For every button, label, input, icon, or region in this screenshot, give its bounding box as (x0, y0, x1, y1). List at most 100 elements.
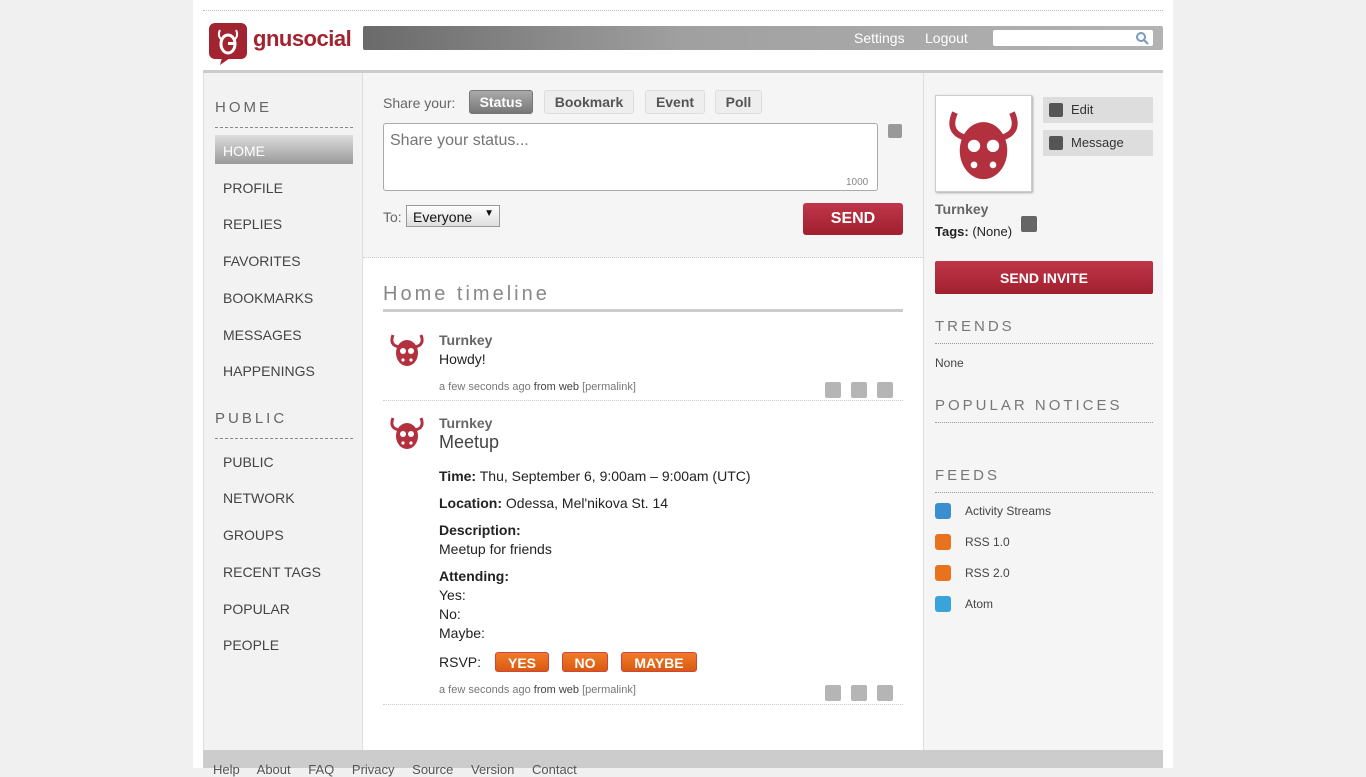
nav-popular[interactable]: POPULAR (215, 593, 353, 622)
delete-icon[interactable] (877, 382, 893, 398)
public-section-heading: PUBLIC (215, 410, 288, 427)
nav-favorites[interactable]: FAVORITES (215, 245, 353, 274)
rsvp-label: RSVP: (439, 654, 482, 670)
profile-name[interactable]: Turnkey (935, 201, 988, 217)
tab-bookmark[interactable]: Bookmark (544, 90, 634, 114)
message-icon (1049, 136, 1063, 150)
nav-happenings[interactable]: HAPPENINGS (215, 355, 353, 384)
notice-from-prefix: from (533, 684, 556, 696)
nav-public[interactable]: PUBLIC (215, 446, 353, 475)
footer-link-source[interactable]: Source (412, 762, 453, 777)
profile-tags-label: Tags: (935, 224, 969, 239)
popular-divider (935, 422, 1153, 423)
edit-tags-icon[interactable] (1021, 216, 1037, 232)
footer-link-contact[interactable]: Contact (532, 762, 577, 777)
top-divider (203, 10, 1163, 11)
search-icon[interactable] (1135, 31, 1149, 45)
timeline-title: Home timeline (383, 283, 550, 305)
recipient-select[interactable]: Everyone ▼ (406, 205, 500, 227)
edit-profile-button[interactable]: Edit (1043, 97, 1153, 123)
top-navigation-bar: Settings Logout (363, 26, 1163, 50)
notice-meta: a few seconds ago from web [permalink] (439, 381, 636, 393)
notice-text: Howdy! (439, 351, 486, 367)
event-title[interactable]: Meetup (439, 432, 499, 453)
notice-source[interactable]: web (559, 381, 579, 393)
notice-source[interactable]: web (559, 684, 579, 696)
share-label: Share your: (383, 95, 456, 111)
logo-text: gnusocial (253, 26, 352, 51)
nav-groups[interactable]: GROUPS (215, 519, 353, 548)
notice-permalink[interactable]: [permalink] (582, 381, 636, 393)
nav-bookmarks[interactable]: BOOKMARKS (215, 282, 353, 311)
avatar[interactable] (387, 329, 427, 369)
footer-link-privacy[interactable]: Privacy (352, 762, 395, 777)
status-textarea[interactable] (383, 123, 878, 191)
rsvp-maybe-button[interactable]: MAYBE (621, 652, 697, 672)
repeat-icon[interactable] (851, 685, 867, 701)
nav-home[interactable]: HOME (215, 135, 353, 164)
feed-rss-1[interactable]: RSS 1.0 (965, 535, 1010, 549)
notice-time[interactable]: a few seconds ago (439, 381, 531, 393)
feed-atom[interactable]: Atom (965, 597, 993, 611)
main-content: Share your: Status Bookmark Event Poll 1… (363, 73, 923, 753)
nav-profile[interactable]: PROFILE (215, 172, 353, 201)
notice-author[interactable]: Turnkey (439, 415, 492, 431)
nav-messages[interactable]: MESSAGES (215, 319, 353, 348)
recipient-select-value: Everyone (413, 209, 473, 225)
attending-yes: Yes: (439, 587, 466, 603)
footer-link-about[interactable]: About (257, 762, 291, 777)
tab-poll[interactable]: Poll (715, 90, 762, 114)
trends-divider (935, 343, 1153, 344)
send-button[interactable]: SEND (803, 203, 903, 235)
site-logo[interactable]: gnusocial (208, 22, 352, 66)
footer-link-version[interactable]: Version (471, 762, 514, 777)
timeline-rule (383, 309, 903, 312)
nav-recent-tags[interactable]: RECENT TAGS (215, 556, 353, 585)
footer-link-help[interactable]: Help (213, 762, 240, 777)
public-section-divider (215, 438, 353, 439)
rsvp-yes-button[interactable]: YES (495, 652, 549, 672)
logout-link[interactable]: Logout (925, 30, 968, 46)
search-input[interactable] (993, 30, 1153, 46)
atom-icon (935, 596, 951, 612)
notice-permalink[interactable]: [permalink] (582, 684, 636, 696)
repeat-icon[interactable] (851, 382, 867, 398)
notice-item: Turnkey Howdy! a few seconds ago from we… (383, 329, 903, 401)
trends-heading: TRENDS (935, 318, 1015, 335)
tab-status[interactable]: Status (469, 90, 533, 114)
event-attending-label: Attending: (439, 568, 509, 584)
trends-value: None (935, 356, 964, 370)
event-location: Location: Odessa, Mel'nikova St. 14 (439, 495, 668, 511)
delete-icon[interactable] (877, 685, 893, 701)
dropdown-arrow-icon: ▼ (484, 208, 494, 219)
footer: Help About FAQ Privacy Source Version Co… (203, 750, 1163, 777)
footer-link-faq[interactable]: FAQ (308, 762, 334, 777)
notice-author[interactable]: Turnkey (439, 332, 492, 348)
notice-time[interactable]: a few seconds ago (439, 684, 531, 696)
message-button[interactable]: Message (1043, 130, 1153, 156)
favorite-icon[interactable] (825, 685, 841, 701)
notice-from-prefix: from (533, 381, 556, 393)
avatar[interactable] (387, 412, 427, 452)
feed-activity-streams[interactable]: Activity Streams (965, 504, 1051, 518)
gnusocial-logo-icon (209, 23, 247, 65)
feed-rss-2[interactable]: RSS 2.0 (965, 566, 1010, 580)
nav-replies[interactable]: REPLIES (215, 208, 353, 237)
notice-item: Turnkey Meetup Time: Thu, September 6, 9… (383, 412, 903, 705)
favorite-icon[interactable] (825, 382, 841, 398)
nav-people[interactable]: PEOPLE (215, 629, 353, 658)
tab-event[interactable]: Event (645, 90, 705, 114)
popular-notices-heading: POPULAR NOTICES (935, 397, 1123, 414)
profile-avatar-image (949, 111, 1018, 180)
attachment-icon[interactable] (888, 124, 902, 138)
send-invite-button[interactable]: SEND INVITE (935, 261, 1153, 294)
page: gnusocial Settings Logout HOME HOME PROF… (193, 0, 1173, 777)
attending-maybe: Maybe: (439, 625, 485, 641)
share-form: Share your: Status Bookmark Event Poll 1… (363, 73, 923, 258)
feeds-heading: FEEDS (935, 467, 1001, 484)
nav-network[interactable]: NETWORK (215, 482, 353, 511)
left-sidebar: HOME HOME PROFILE REPLIES FAVORITES BOOK… (203, 73, 363, 753)
settings-link[interactable]: Settings (854, 30, 905, 46)
rsvp-no-button[interactable]: NO (562, 652, 608, 672)
profile-avatar[interactable] (935, 95, 1032, 192)
